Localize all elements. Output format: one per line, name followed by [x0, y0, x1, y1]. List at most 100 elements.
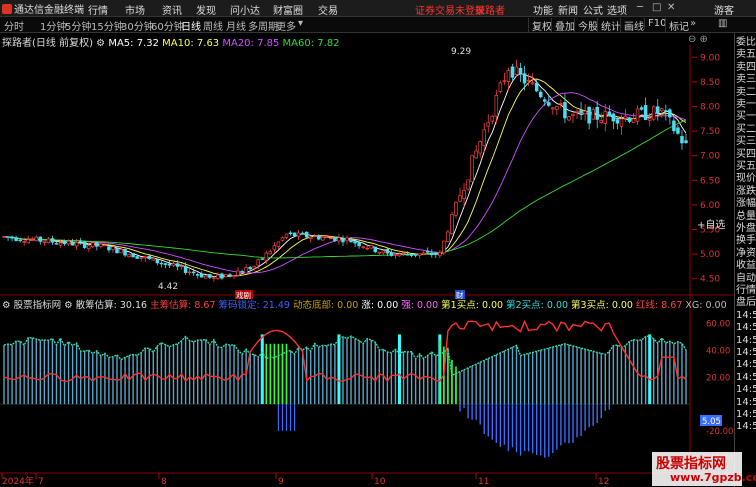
minimize-icon[interactable]: ─: [637, 2, 643, 13]
chart-area[interactable]: 9.008.508.007.507.006.506.005.505.004.50…: [0, 33, 734, 487]
tab-period-week[interactable]: 周线: [203, 18, 223, 33]
candle-body: [252, 266, 256, 269]
candle-body: [260, 258, 265, 260]
menu-item-function[interactable]: 功能: [533, 2, 553, 17]
candle-body: [127, 254, 131, 258]
candle-body: [10, 236, 14, 239]
f10-button[interactable]: F10: [644, 18, 666, 29]
candle-body: [308, 236, 313, 239]
side-panel-item: 卖五: [736, 49, 756, 61]
menu-item-market[interactable]: 市场: [125, 2, 145, 17]
price-axis-label: 7.50: [700, 127, 720, 137]
date-axis-label: 11: [478, 477, 489, 487]
candle-body: [389, 252, 394, 256]
candle-body: [312, 235, 317, 238]
adjust-button[interactable]: 复权: [528, 18, 552, 33]
candle-body: [413, 254, 418, 256]
side-panel-item: 卖一: [736, 99, 756, 110]
candle-body: [236, 270, 240, 276]
menu-item-headlines[interactable]: 新闻: [558, 2, 578, 17]
price-axis-label: 8.00: [700, 103, 720, 113]
draw-button[interactable]: 画线: [620, 18, 644, 33]
menu-item-ask[interactable]: 问小达: [230, 2, 260, 17]
candle-body: [417, 253, 422, 256]
menu-item-trade[interactable]: 交易: [318, 2, 338, 17]
chevron-down-icon[interactable]: ▾: [298, 18, 303, 29]
candle-body: [264, 252, 269, 261]
candle-body: [393, 254, 398, 256]
candle-body: [421, 252, 426, 255]
candle-body: [14, 237, 18, 241]
candle-body: [575, 110, 579, 113]
current-value-label: 5.05: [702, 417, 721, 427]
price-axis-label: 8.50: [700, 78, 720, 88]
candle-body: [30, 238, 34, 241]
candle-body: [651, 106, 656, 120]
add-watchlist-button[interactable]: +自选: [697, 220, 725, 232]
candle-body: [369, 245, 373, 249]
guest-label[interactable]: 游客: [714, 2, 734, 17]
tab-period-30min[interactable]: 30分钟: [121, 18, 154, 33]
mark-button[interactable]: 标记: [665, 18, 689, 33]
candle-body: [103, 244, 107, 247]
highlight-bar: [260, 334, 264, 405]
ma-line-10: [3, 78, 687, 277]
candle-body: [143, 256, 147, 259]
candle-body: [474, 150, 478, 159]
settings-icon[interactable]: ⚙: [2, 300, 11, 311]
tab-period-day[interactable]: 日线: [181, 18, 201, 33]
candle-body: [337, 237, 341, 242]
side-panel-item: 买五: [736, 161, 756, 172]
stats-button[interactable]: 统计: [597, 18, 621, 33]
double-chevron-icon[interactable]: »: [690, 18, 696, 29]
side-panel-item: 14:56: [736, 421, 756, 433]
sidebar-toggle-icon[interactable]: ▥: [718, 18, 727, 29]
close-icon[interactable]: ✕: [667, 2, 675, 13]
candle-body: [50, 238, 55, 243]
candle-body: [244, 267, 248, 274]
candle-body: [240, 270, 244, 273]
menu-item-options[interactable]: 选项: [607, 2, 627, 17]
candle-body: [611, 113, 616, 122]
candle-body: [522, 73, 527, 84]
tab-period-5min[interactable]: 5分钟: [65, 18, 91, 33]
candle-body: [232, 274, 236, 277]
candle-body: [450, 214, 454, 235]
side-panel-item: 14:56: [736, 396, 756, 408]
candle-body: [163, 263, 168, 265]
tab-period-60min[interactable]: 60分钟: [151, 18, 184, 33]
menu-item-discover[interactable]: 发现: [196, 2, 216, 17]
menu-item-wealth[interactable]: 财富圈: [273, 2, 303, 17]
candle-body: [526, 79, 531, 82]
tab-period-15min[interactable]: 15分钟: [91, 18, 124, 33]
candle-body: [385, 249, 390, 254]
tab-period-more[interactable]: 更多: [276, 18, 296, 33]
candle-body: [325, 236, 329, 238]
candle-body: [660, 108, 664, 112]
current-user[interactable]: 探路者: [475, 2, 505, 17]
overlay-button[interactable]: 叠加: [551, 18, 575, 33]
date-axis-label: 9: [278, 477, 284, 487]
tab-period-multi[interactable]: 多周期: [248, 18, 278, 33]
candle-body: [676, 127, 680, 134]
candle-body: [510, 66, 515, 78]
menu-item-news[interactable]: 资讯: [162, 2, 182, 17]
today-stock-button[interactable]: 今股: [574, 18, 598, 33]
menu-item-quotes[interactable]: 行情: [88, 2, 108, 17]
restore-icon[interactable]: □: [652, 2, 661, 13]
candle-body: [95, 242, 99, 247]
candle-body: [627, 117, 632, 122]
indicator-value-9: 第3买点: 0.00: [568, 300, 633, 311]
candle-body: [506, 70, 511, 82]
app-title: 通达信金融终端: [14, 5, 84, 16]
menu-item-formula[interactable]: 公式: [583, 2, 603, 17]
tab-period-month[interactable]: 月线: [226, 18, 246, 33]
gear-icon-2[interactable]: ⚙: [64, 300, 73, 311]
price-axis-label: 9.00: [700, 53, 720, 63]
candle-body: [619, 118, 624, 127]
date-axis-label: 7: [38, 477, 44, 487]
price-axis-label: 6.00: [700, 201, 720, 211]
tab-period-1min[interactable]: 1分钟: [40, 18, 66, 33]
highlight-bar: [648, 334, 652, 405]
tab-period-fenshi[interactable]: 分时: [4, 18, 24, 33]
